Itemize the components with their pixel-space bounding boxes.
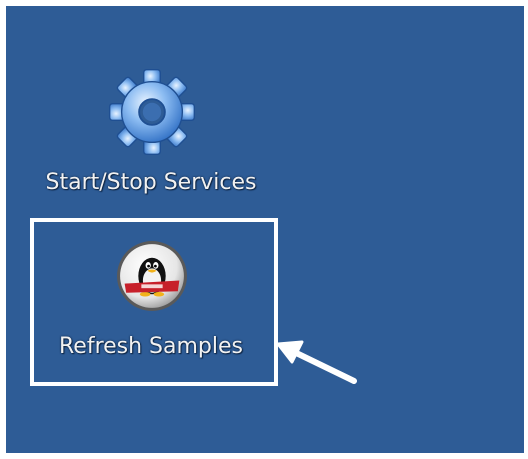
gear-icon: [108, 68, 196, 156]
start-stop-services-icon[interactable]: Start/Stop Services: [20, 64, 282, 204]
start-stop-services-label: Start/Stop Services: [45, 170, 257, 195]
screenshot-frame: Start/Stop Services Refresh Samples: [0, 0, 528, 459]
highlight-box: [30, 218, 278, 386]
arrow-icon: [276, 340, 357, 384]
